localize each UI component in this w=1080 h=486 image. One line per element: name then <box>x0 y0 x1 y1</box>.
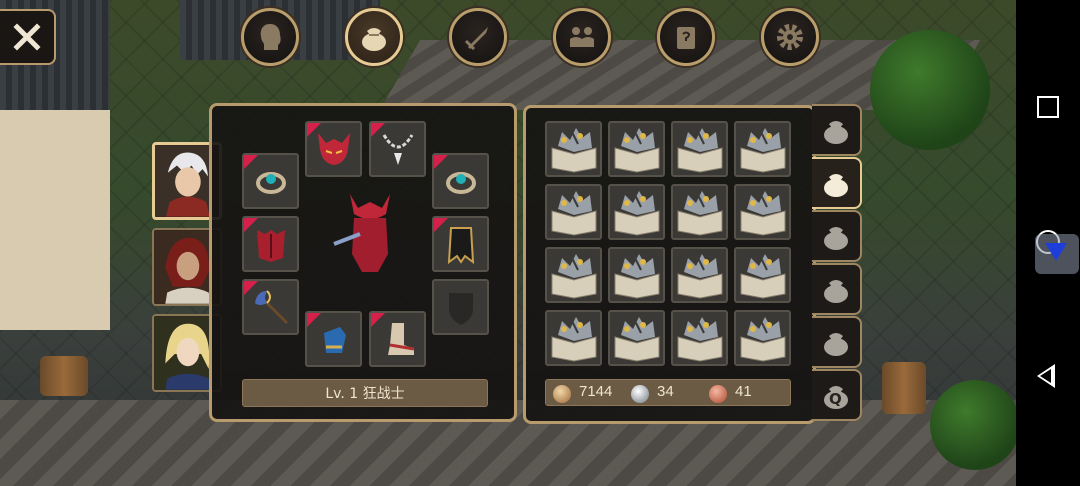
equip-slot-necklace[interactable] <box>369 121 426 177</box>
treasure-crate-icon <box>740 317 785 362</box>
treasure-crate-icon <box>614 254 659 299</box>
armor-icon <box>256 230 285 262</box>
treasure-crate-icon <box>677 254 722 299</box>
treasure-crate-icon <box>740 191 785 236</box>
inventory-slot[interactable] <box>734 310 791 366</box>
close-icon <box>13 23 41 51</box>
gold-coin-icon <box>553 385 571 403</box>
currency-bar: 7144 34 41 <box>545 379 791 406</box>
bag-tab-1[interactable] <box>812 104 862 156</box>
treasure-crate-icon <box>551 128 596 173</box>
shield-placeholder-icon <box>448 293 473 325</box>
demon-helmet-icon <box>317 133 350 165</box>
inventory-slot[interactable] <box>608 121 665 177</box>
gear-icon <box>777 24 803 50</box>
copper-coin-icon <box>709 385 727 403</box>
back-button[interactable] <box>1037 364 1055 388</box>
ring-icon <box>255 172 286 194</box>
menu-inventory-button[interactable] <box>345 8 403 66</box>
inventory-slot[interactable] <box>671 184 728 240</box>
tree <box>870 30 990 150</box>
menu-character-button[interactable] <box>241 8 299 66</box>
treasure-crate-icon <box>551 317 596 362</box>
bag-icon <box>824 280 848 303</box>
scroll-icon <box>677 27 695 49</box>
treasure-crate-icon <box>740 128 785 173</box>
menu-quests-button[interactable] <box>657 8 715 66</box>
inventory-slot[interactable] <box>608 310 665 366</box>
equip-slot-armor[interactable] <box>242 216 299 272</box>
close-button[interactable] <box>0 9 56 65</box>
bag-icon <box>824 174 848 197</box>
bag-tab-5[interactable] <box>812 316 862 368</box>
tree <box>930 380 1020 470</box>
gold-amount: 7144 <box>579 383 613 400</box>
treasure-crate-icon <box>614 128 659 173</box>
necklace-icon <box>382 134 413 165</box>
boot-icon <box>387 323 414 355</box>
treasure-crate-icon <box>551 191 596 236</box>
treasure-crate-icon <box>740 254 785 299</box>
equip-slot-gloves[interactable] <box>305 311 362 367</box>
bag-tab-2[interactable] <box>812 157 862 209</box>
inventory-slot[interactable] <box>671 310 728 366</box>
inventory-slot[interactable] <box>545 310 602 366</box>
treasure-crate-icon <box>551 254 596 299</box>
quest-bag-label: Q <box>829 390 842 408</box>
battle-axe-icon <box>254 290 288 325</box>
inventory-slot[interactable] <box>734 184 791 240</box>
treasure-crate-icon <box>614 317 659 362</box>
treasure-crate-icon <box>677 128 722 173</box>
inventory-slot[interactable] <box>671 121 728 177</box>
barrel <box>882 362 926 414</box>
treasure-crate-icon <box>677 191 722 236</box>
bag-icon <box>824 227 848 250</box>
bag-icon <box>362 28 386 51</box>
bag-icon <box>824 121 848 144</box>
copper-amount: 41 <box>735 383 752 400</box>
well <box>40 356 88 396</box>
ring-icon <box>445 172 476 194</box>
inventory-slot[interactable] <box>671 247 728 303</box>
silver-amount: 34 <box>657 383 674 400</box>
menu-party-button[interactable] <box>553 8 611 66</box>
equip-slot-ring-right[interactable] <box>432 153 489 209</box>
equip-slot-ring-left[interactable] <box>242 153 299 209</box>
bag-tab-6[interactable]: Q <box>812 369 862 421</box>
inventory-slot[interactable] <box>734 121 791 177</box>
equip-slot-weapon[interactable] <box>242 279 299 335</box>
inventory-slot[interactable] <box>545 247 602 303</box>
equip-slot-offhand[interactable] <box>432 279 489 335</box>
silver-coin-icon <box>631 385 649 403</box>
v-logo-icon <box>1045 243 1067 261</box>
head-silhouette-icon <box>260 24 281 50</box>
sword-icon <box>464 27 488 51</box>
inventory-slot[interactable] <box>545 121 602 177</box>
hero-figure <box>330 184 410 284</box>
gauntlet-icon <box>323 327 346 353</box>
inventory-slot[interactable] <box>608 247 665 303</box>
cape-icon <box>447 227 474 265</box>
treasure-crate-icon <box>614 191 659 236</box>
menu-settings-button[interactable] <box>761 8 819 66</box>
bag-tab-3[interactable] <box>812 210 862 262</box>
treasure-crate-icon <box>677 317 722 362</box>
equip-slot-helmet[interactable] <box>305 121 362 177</box>
level-class-label: Lv. 1 狂战士 <box>242 379 488 407</box>
inventory-slot[interactable] <box>734 247 791 303</box>
equip-slot-boots[interactable] <box>369 311 426 367</box>
equip-slot-cape[interactable] <box>432 216 489 272</box>
inventory-slot[interactable] <box>545 184 602 240</box>
people-icon <box>570 27 594 47</box>
inventory-slot[interactable] <box>608 184 665 240</box>
recent-apps-button[interactable] <box>1037 96 1059 118</box>
bag-tab-4[interactable] <box>812 263 862 315</box>
bag-icon <box>824 333 848 356</box>
menu-skills-button[interactable] <box>449 8 507 66</box>
